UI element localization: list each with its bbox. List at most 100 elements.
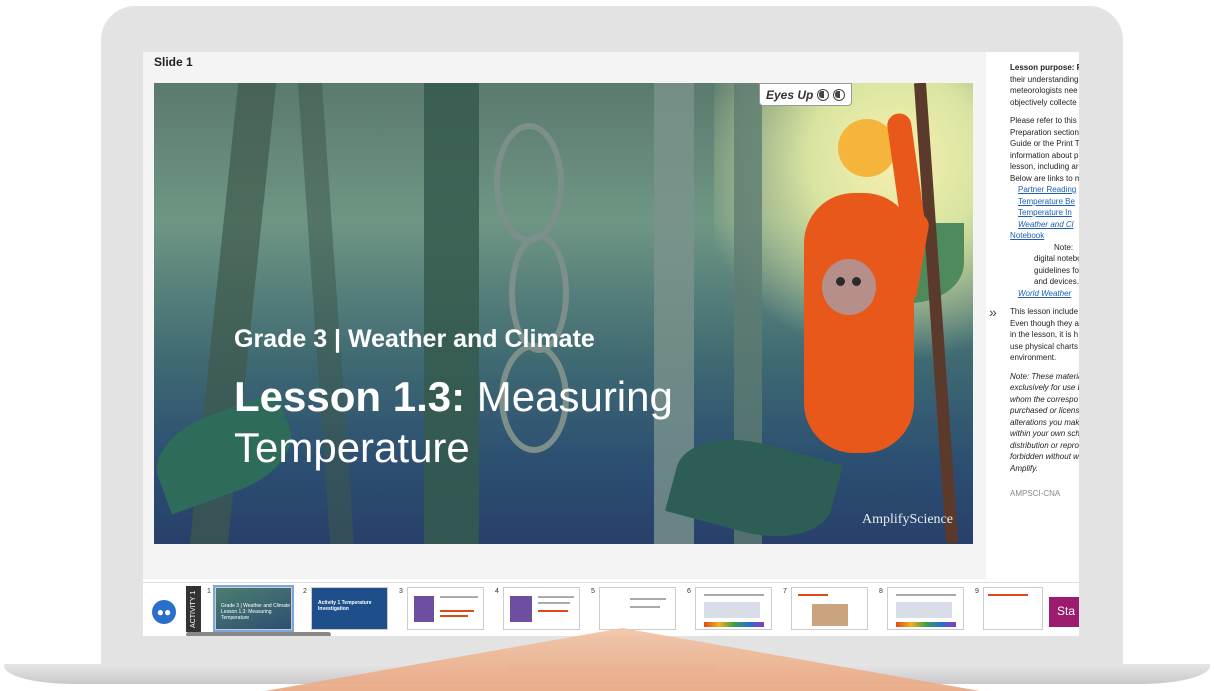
orangutan-face	[822, 259, 876, 315]
slide-lesson-title: Lesson 1.3: Measuring Temperature	[234, 371, 754, 473]
notes-line: Below are links to m	[1010, 173, 1079, 183]
thumb-number: 6	[687, 588, 691, 595]
vine-illustration	[494, 123, 564, 243]
notes-line: information about p	[1010, 150, 1079, 160]
orangutan-eye	[836, 277, 845, 286]
thumb-number: 9	[975, 588, 979, 595]
notes-line: Guide or the Print T	[1010, 139, 1079, 148]
thumb-number: 7	[783, 588, 787, 595]
weather-climate-link[interactable]: Weather and Cl	[1010, 219, 1079, 231]
notes-line: Please refer to this	[1010, 116, 1077, 125]
slide-panel: Slide 1 Eyes Up Grade 3 | Weather and Cl…	[143, 52, 986, 579]
notes-line: Even though they ar	[1010, 318, 1079, 328]
notes-line: Amplify.	[1010, 463, 1038, 473]
activity-label: ACTIVITY 1	[186, 586, 201, 632]
notes-line: meteorologists nee	[1010, 86, 1078, 95]
slide-thumbnail-8[interactable]	[887, 587, 964, 630]
temperature-link[interactable]: Temperature Be	[1010, 196, 1079, 208]
notes-line: objectively collecte	[1010, 97, 1077, 107]
thumb-number: 4	[495, 588, 499, 595]
world-weather-link[interactable]: World Weather	[1010, 288, 1079, 300]
eye-icon	[817, 88, 830, 101]
notes-line: Preparation section	[1010, 127, 1079, 137]
thumb-table	[704, 602, 760, 618]
slide-thumbnail-5[interactable]	[599, 587, 676, 630]
slide-number-label: Slide 1	[154, 55, 193, 69]
slide-thumbnail-9[interactable]	[983, 587, 1043, 630]
filmstrip-scrollbar[interactable]	[186, 632, 331, 636]
orangutan-illustration	[804, 193, 914, 453]
thumb-number: 8	[879, 588, 883, 595]
slide-thumbnail-6[interactable]	[695, 587, 772, 630]
thumb-image	[414, 596, 434, 622]
class-people-button[interactable]: ●●	[152, 600, 176, 624]
slide-thumbnail-3[interactable]	[407, 587, 484, 630]
start-button[interactable]: Sta	[1049, 597, 1079, 627]
notes-line: use physical charts	[1010, 341, 1079, 351]
notes-line: lesson, including ar	[1010, 162, 1079, 171]
thumb-number: 5	[591, 588, 595, 595]
notes-line: purchased or licens	[1010, 406, 1079, 415]
partner-reading-link[interactable]: Partner Reading	[1010, 184, 1079, 196]
notes-line: environment.	[1010, 353, 1057, 362]
notebook-link[interactable]: Notebook	[1010, 230, 1079, 242]
orangutan-eye	[852, 277, 861, 286]
thumb-image	[812, 604, 848, 626]
thumb-colorbar	[704, 622, 764, 627]
slide-subtitle: Grade 3 | Weather and Climate	[234, 325, 595, 353]
thumb-line	[896, 594, 956, 596]
slide-canvas: Eyes Up Grade 3 | Weather and Climate Le…	[154, 83, 973, 544]
notes-line: exclusively for use b	[1010, 383, 1079, 392]
thumb-line	[798, 594, 828, 596]
slide-thumbnail-1[interactable]: Grade 3 | Weather and Climate Lesson 1.3…	[213, 585, 294, 632]
thumb-line	[538, 596, 574, 598]
thumb-line	[704, 594, 764, 596]
tree-trunk	[424, 83, 479, 544]
amplify-science-logo: AmplifyScience	[862, 512, 953, 527]
slide-thumbnail-7[interactable]	[791, 587, 868, 630]
notes-footer-code: AMPSCI-CNA	[1010, 489, 1061, 498]
notes-line: alterations you mak	[1010, 417, 1079, 427]
expand-notes-icon[interactable]: »	[989, 304, 997, 320]
notes-line: guidelines fo	[1034, 265, 1079, 275]
tree-trunk	[297, 83, 355, 544]
notes-line: forbidden without w	[1010, 452, 1079, 461]
slide-thumbnail-4[interactable]	[503, 587, 580, 630]
eyes-up-label: Eyes Up	[766, 87, 814, 102]
notes-line: Note: These materia	[1010, 371, 1079, 381]
notes-line: their understanding	[1010, 74, 1079, 84]
notes-line: within your own sch	[1010, 429, 1079, 438]
thumb-number: 1	[207, 588, 211, 595]
notes-line: Lesson purpose: Fo	[1010, 63, 1079, 72]
thumb-line	[440, 596, 478, 598]
thumb-text: Activity 1 Temperature Investigation	[318, 600, 372, 612]
thumb-line	[440, 615, 468, 617]
thumb-line	[440, 610, 474, 612]
slide-thumbnail-2[interactable]: Activity 1 Temperature Investigation	[311, 587, 388, 630]
lesson-number: Lesson 1.3:	[234, 373, 466, 420]
notes-line: distribution or repro	[1010, 440, 1079, 450]
thumb-line	[988, 594, 1028, 596]
thumb-number: 3	[399, 588, 403, 595]
eye-icon	[833, 88, 846, 101]
slide-filmstrip: ●● ACTIVITY 1 1 Grade 3 | Weather and Cl…	[143, 582, 1079, 636]
notes-line: digital notebo	[1034, 254, 1079, 263]
teacher-notes-panel: Lesson purpose: Fo their understanding m…	[1010, 62, 1079, 500]
notes-note: Note:	[1054, 242, 1074, 252]
thumb-image	[510, 596, 532, 622]
eyes-up-button[interactable]: Eyes Up	[759, 83, 853, 106]
temperature-link[interactable]: Temperature In	[1010, 207, 1079, 219]
thumb-line	[630, 598, 666, 600]
notes-paragraph: Note: These materia exclusively for use …	[1010, 371, 1079, 475]
thumb-colorbar	[896, 622, 956, 627]
notes-paragraph: Lesson purpose: Fo their understanding m…	[1010, 62, 1079, 108]
thumb-text: Grade 3 | Weather and Climate Lesson 1.3…	[221, 603, 291, 621]
notes-line: This lesson include	[1010, 307, 1079, 316]
notes-paragraph: Please refer to this Preparation section…	[1010, 115, 1079, 299]
thumb-line	[538, 602, 570, 604]
notes-line: whom the correspo	[1010, 394, 1079, 404]
notes-paragraph: This lesson include Even though they ar …	[1010, 306, 1079, 364]
notes-line: in the lesson, it is h	[1010, 330, 1079, 339]
people-icon: ●●	[156, 605, 172, 619]
thumb-number: 2	[303, 588, 307, 595]
